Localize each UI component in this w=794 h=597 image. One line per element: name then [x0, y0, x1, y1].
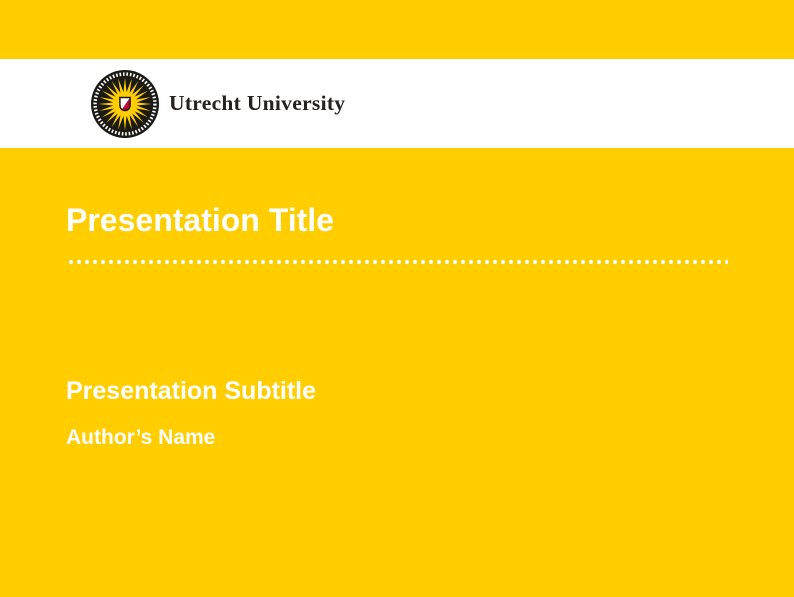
title-slide: Utrecht University Presentation Title Pr… — [0, 0, 794, 597]
author-name: Author’s Name — [66, 425, 215, 451]
university-wordmark: Utrecht University — [169, 91, 345, 116]
presentation-subtitle: Presentation Subtitle — [66, 376, 316, 406]
dotted-divider — [67, 259, 728, 265]
header-band: Utrecht University — [0, 59, 794, 148]
top-accent-bar — [0, 0, 794, 59]
utrecht-university-logo: Utrecht University — [91, 70, 345, 138]
sun-logo-icon — [91, 70, 159, 138]
presentation-title: Presentation Title — [66, 201, 334, 239]
